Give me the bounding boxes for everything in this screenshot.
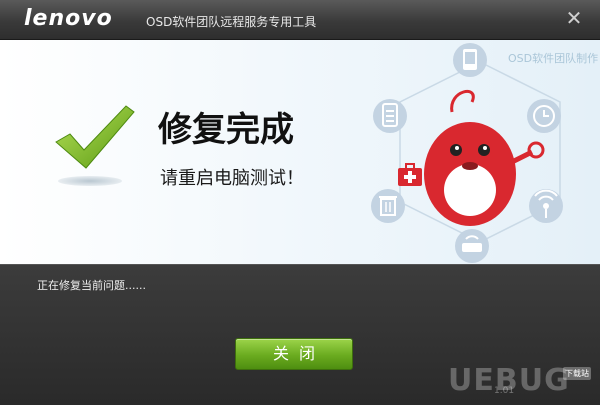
status-text: 正在修复当前问题......	[37, 279, 146, 292]
clock-icon	[527, 99, 561, 133]
close-icon[interactable]: ✕	[562, 6, 586, 30]
mascot	[424, 90, 545, 226]
first-aid-kit-icon	[398, 163, 422, 186]
watermark-version: 1.01	[494, 386, 515, 396]
restart-instruction: 请重启电脑测试！	[160, 168, 304, 189]
router-icon	[455, 229, 489, 263]
trash-icon	[371, 189, 405, 223]
footer-panel: 正在修复当前问题...... 关闭 UEBUG 1.01 下载站	[0, 264, 600, 405]
mascot-illustration	[371, 43, 563, 263]
completion-heading: 修复完成	[158, 110, 294, 150]
app-title: OSD软件团队远程服务专用工具	[146, 15, 317, 29]
checkmark-shadow	[58, 176, 122, 186]
close-button[interactable]: 关闭	[235, 338, 353, 370]
lenovo-logo: lenovo	[24, 6, 113, 31]
signal-icon	[529, 189, 563, 223]
result-banner: OSD软件团队制作 修复完成 请重启电脑测试！	[0, 40, 600, 264]
title-bar: lenovo OSD软件团队远程服务专用工具 ✕	[0, 0, 600, 40]
checkmark-icon	[55, 105, 135, 169]
clipboard-icon	[373, 99, 407, 133]
tablet-icon	[453, 43, 487, 77]
download-badge: 下载站	[563, 367, 591, 380]
